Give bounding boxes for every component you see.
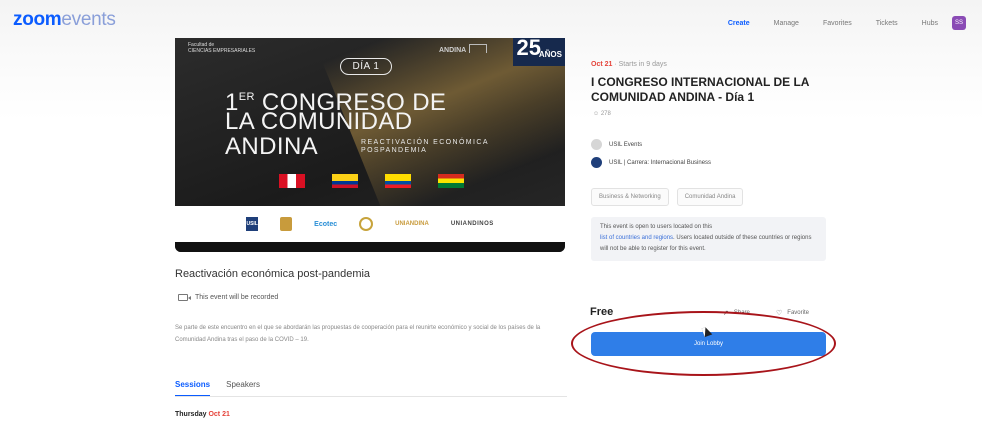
banner-title-line3: ANDINA xyxy=(225,133,319,160)
banner-subline-2: POSPANDEMIA xyxy=(361,147,428,154)
share-button[interactable]: ↗ Share xyxy=(723,309,750,317)
crest-logo xyxy=(280,217,293,231)
countries-list-link[interactable]: list of countries and regions xyxy=(600,235,673,241)
avatar[interactable]: SS xyxy=(952,16,966,30)
logo-bold: zoom xyxy=(13,9,62,30)
region-notice: This event is open to users located on t… xyxy=(591,217,826,261)
peru-flag-icon xyxy=(279,174,305,188)
organizer-name: USIL Events xyxy=(609,141,643,148)
tab-sessions[interactable]: Sessions xyxy=(175,380,211,397)
event-page: zoomevents Create Manage Favorites Ticke… xyxy=(0,0,982,421)
uniandinos-logo: UNIANDINOS xyxy=(450,221,494,227)
session-day-date: Oct 21 xyxy=(208,411,230,418)
tag-comunidad[interactable]: Comunidad Andina xyxy=(676,188,744,206)
organizer-avatar-icon xyxy=(591,139,602,150)
event-banner: Facultad de CIENCIAS EMPRESARIALES ANDIN… xyxy=(175,38,565,252)
attendee-count: ☺ 278 xyxy=(593,111,611,117)
organizer-usil-career[interactable]: USIL | Carrera: Internacional Business xyxy=(591,157,711,168)
share-icon: ↗ xyxy=(723,310,729,317)
video-camera-icon xyxy=(178,294,191,301)
anniversary-text: AÑOS xyxy=(538,50,562,59)
logo-light: events xyxy=(61,9,116,30)
ecotec-logo: Ecotec xyxy=(314,220,338,228)
anniversary-number: 25 xyxy=(516,38,541,60)
faculty-label: Facultad de CIENCIAS EMPRESARIALES xyxy=(188,42,256,54)
bolivia-flag-icon xyxy=(438,174,464,188)
event-title: I CONGRESO INTERNACIONAL DE LA COMUNIDAD… xyxy=(591,75,810,104)
recording-text: This event will be recorded xyxy=(195,294,279,301)
ecuador-flag-icon xyxy=(385,174,411,188)
uniandina-logo: UNIANDINA xyxy=(395,221,429,227)
zoom-events-logo[interactable]: zoomevents xyxy=(13,9,116,31)
nav-hubs[interactable]: Hubs xyxy=(922,20,938,27)
country-flags xyxy=(279,174,464,188)
nav-create[interactable]: Create xyxy=(728,20,750,27)
notice-text-pre: This event is open to users located on t… xyxy=(600,224,713,230)
colombia-flag-icon xyxy=(332,174,358,188)
andina-logo-mark xyxy=(469,44,488,53)
usil-logo: USIL xyxy=(246,217,259,231)
nav-manage[interactable]: Manage xyxy=(774,20,799,27)
main-nav: Create Manage Favorites Tickets Hubs SS xyxy=(728,16,966,30)
session-day-heading: Thursday Oct 21 xyxy=(175,411,230,418)
attendee-number: 278 xyxy=(600,111,611,117)
nav-tickets[interactable]: Tickets xyxy=(876,20,898,27)
event-starts-in: Starts in 9 days xyxy=(618,61,667,68)
heart-icon: ♡ xyxy=(776,310,783,317)
sponsor-logos: USIL Ecotec UNIANDINA UNIANDINOS xyxy=(175,206,565,242)
ticket-price: Free xyxy=(590,306,614,318)
organizer-name: USIL | Carrera: Internacional Business xyxy=(609,159,712,166)
day-pill: DÍA 1 xyxy=(340,58,392,75)
attendee-icon: ☺ xyxy=(593,111,600,117)
event-date-value: Oct 21 xyxy=(591,61,613,68)
session-day-label: Thursday xyxy=(175,411,207,418)
event-subtitle: Reactivación económica post-pandemia xyxy=(175,268,371,280)
andina-logo: ANDINA xyxy=(439,44,488,54)
anniversary-badge: 25 AÑOS xyxy=(513,38,565,66)
nav-favorites[interactable]: Favorites xyxy=(823,20,852,27)
favorite-button[interactable]: ♡ Favorite xyxy=(776,309,809,317)
tab-speakers[interactable]: Speakers xyxy=(226,380,260,397)
top-bar: zoomevents Create Manage Favorites Ticke… xyxy=(0,0,982,38)
recording-notice: This event will be recorded xyxy=(178,294,278,301)
share-label: Share xyxy=(733,310,750,316)
banner-subline-1: REACTIVACIÓN ECONÓMICA xyxy=(361,139,489,146)
andina-logo-text: ANDINA xyxy=(439,47,467,54)
tabs-divider xyxy=(175,396,567,397)
tag-business[interactable]: Business & Networking xyxy=(591,188,669,206)
organizer-usil-events[interactable]: USIL Events xyxy=(591,139,642,150)
banner-subline: REACTIVACIÓN ECONÓMICA POSPANDEMIA xyxy=(361,139,489,155)
banner-title-sup: ER xyxy=(238,91,255,103)
event-date: Oct 21 · Starts in 9 days xyxy=(591,61,667,68)
session-tabs: Sessions Speakers xyxy=(175,380,260,397)
event-description: Se parte de este encuentro en el que se … xyxy=(175,325,541,343)
organizer-logo-icon xyxy=(591,157,602,168)
event-tags: Business & Networking Comunidad Andina xyxy=(591,188,744,206)
banner-title-line2: LA COMUNIDAD xyxy=(225,108,413,135)
favorite-label: Favorite xyxy=(787,310,809,316)
banner-bottom-strip xyxy=(175,242,565,252)
circle-seal-logo xyxy=(359,217,374,231)
